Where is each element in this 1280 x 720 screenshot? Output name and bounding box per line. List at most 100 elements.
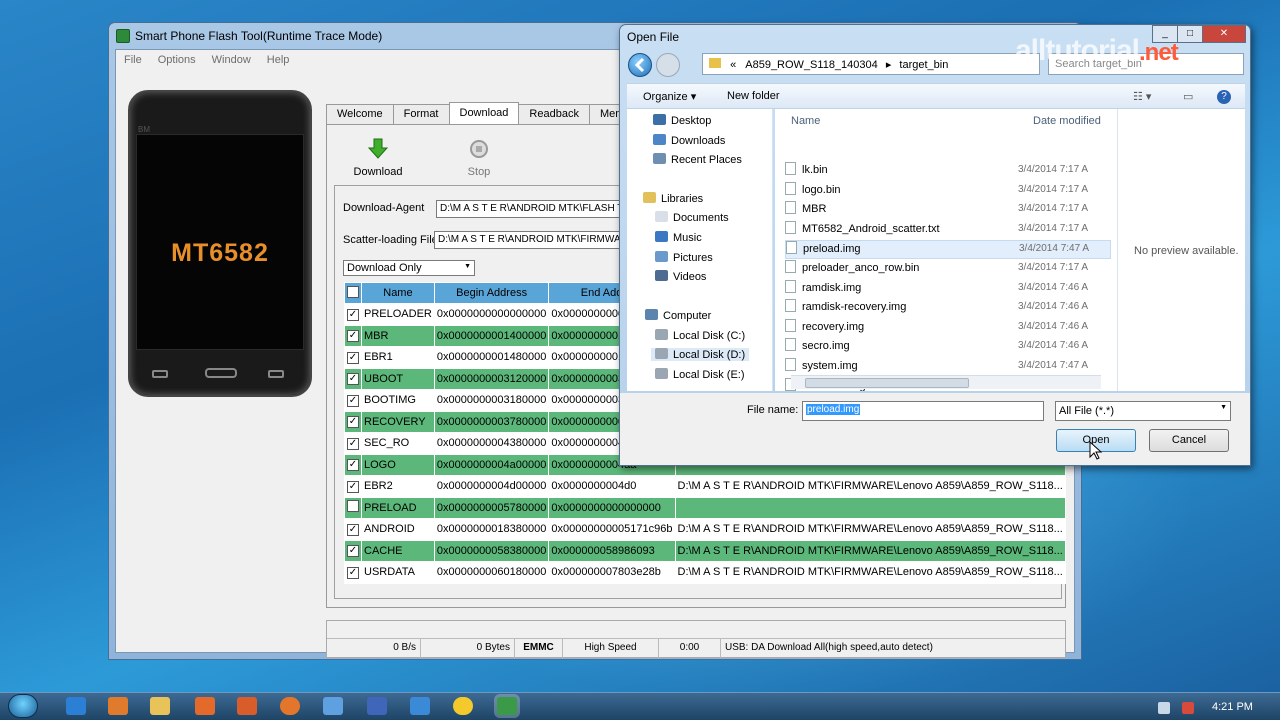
download-agent-field[interactable]: D:\M A S T E R\ANDROID MTK\FLASH TOOL bbox=[436, 200, 632, 218]
row-checkbox[interactable]: ✓ bbox=[344, 518, 362, 541]
tab-format[interactable]: Format bbox=[392, 104, 450, 124]
nav-pictures[interactable]: Pictures bbox=[655, 251, 713, 264]
file-item[interactable]: preload.img 3/4/2014 7:47 A bbox=[785, 240, 1111, 260]
tab-welcome[interactable]: Welcome bbox=[326, 104, 394, 124]
address-bar[interactable]: « A859_ROW_S118_140304 ▸ target_bin bbox=[702, 53, 1040, 75]
nav-recent-places[interactable]: Recent Places bbox=[653, 153, 742, 166]
taskbar-clock[interactable]: 4:21 PM bbox=[1212, 701, 1253, 713]
preview-pane-icon[interactable]: ▭ bbox=[1183, 90, 1193, 103]
filename-label: File name: bbox=[747, 404, 799, 416]
back-button[interactable] bbox=[628, 53, 652, 77]
horizontal-scrollbar[interactable] bbox=[791, 375, 1101, 389]
nav-downloads[interactable]: Downloads bbox=[653, 134, 725, 147]
view-options-icon[interactable]: ☷ ▾ bbox=[1133, 90, 1151, 103]
menu-options[interactable]: Options bbox=[158, 54, 196, 66]
download-button[interactable]: Download bbox=[353, 137, 403, 178]
file-date: 3/4/2014 7:17 A bbox=[1018, 222, 1089, 234]
app-m2-icon[interactable] bbox=[410, 697, 430, 715]
nav-desktop[interactable]: Desktop bbox=[653, 114, 711, 127]
file-date: 3/4/2014 7:47 A bbox=[1019, 243, 1090, 255]
menu-help[interactable]: Help bbox=[267, 54, 290, 66]
nav-documents[interactable]: Documents bbox=[655, 211, 729, 224]
row-checkbox[interactable]: ✓ bbox=[344, 475, 362, 498]
row-checkbox[interactable]: ✓ bbox=[344, 389, 362, 412]
tab-download[interactable]: Download bbox=[448, 102, 520, 124]
breadcrumb-overflow[interactable]: « bbox=[730, 59, 736, 71]
file-item[interactable]: secro.img 3/4/2014 7:46 A bbox=[785, 338, 1111, 357]
maximize-button[interactable]: □ bbox=[1177, 25, 1203, 43]
nav-videos[interactable]: Videos bbox=[655, 270, 706, 283]
file-item[interactable]: lk.bin 3/4/2014 7:17 A bbox=[785, 162, 1111, 181]
tab-readback[interactable]: Readback bbox=[518, 104, 590, 124]
tray-arrow-icon[interactable] bbox=[1158, 702, 1170, 714]
file-icon bbox=[785, 181, 796, 195]
column-date-modified[interactable]: Date modified bbox=[1033, 115, 1101, 127]
menu-file[interactable]: File bbox=[124, 54, 142, 66]
nav-disk-d[interactable]: Local Disk (D:) bbox=[651, 348, 750, 361]
partition-name: UBOOT bbox=[361, 367, 435, 390]
close-button[interactable]: ✕ bbox=[1202, 25, 1246, 43]
app-orange-icon[interactable] bbox=[195, 697, 215, 715]
partition-row[interactable]: ✓ CACHE 0x0000000058380000 0x00000005898609… bbox=[344, 539, 1066, 562]
help-icon[interactable]: ? bbox=[1217, 90, 1231, 104]
partition-row[interactable]: ✓ ANDROID 0x0000000018380000 0x000000000051… bbox=[344, 518, 1066, 541]
stop-button[interactable]: Stop bbox=[454, 137, 504, 178]
explorer-icon[interactable] bbox=[150, 697, 170, 715]
file-item[interactable]: ramdisk.img 3/4/2014 7:46 A bbox=[785, 279, 1111, 299]
app-blue-icon[interactable] bbox=[323, 697, 343, 715]
app-m-icon[interactable] bbox=[367, 697, 387, 715]
download-mode-select[interactable]: Download Only bbox=[343, 260, 475, 276]
filename-input[interactable]: preload.img bbox=[802, 401, 1044, 421]
row-checkbox[interactable]: ✓ bbox=[344, 303, 362, 326]
new-folder-button[interactable]: New folder bbox=[727, 90, 780, 102]
partition-row[interactable]: ✓ USRDATA 0x0000000060180000 0x000000007803… bbox=[344, 561, 1066, 584]
file-item[interactable]: recovery.img 3/4/2014 7:46 A bbox=[785, 318, 1111, 338]
breadcrumb-firmware[interactable]: A859_ROW_S118_140304 bbox=[745, 59, 878, 71]
row-checkbox[interactable]: ✓ bbox=[344, 561, 362, 584]
forward-button[interactable] bbox=[656, 53, 680, 77]
row-checkbox[interactable]: ✓ bbox=[344, 346, 362, 369]
menu-window[interactable]: Window bbox=[212, 54, 251, 66]
downloads-icon bbox=[653, 134, 666, 145]
row-checkbox[interactable]: ✓ bbox=[344, 432, 362, 455]
row-checkbox[interactable] bbox=[344, 496, 362, 519]
app-orange2-icon[interactable] bbox=[237, 697, 257, 715]
start-button[interactable] bbox=[8, 694, 38, 718]
partition-row[interactable]: ✓ EBR2 0x0000000004d00000 0x0000000004d0 D:\… bbox=[344, 475, 1066, 498]
nav-computer[interactable]: Computer bbox=[645, 309, 711, 322]
recent-places-icon bbox=[653, 153, 666, 164]
file-item[interactable]: preloader_anco_row.bin 3/4/2014 7:17 A bbox=[785, 260, 1111, 279]
row-checkbox[interactable]: ✓ bbox=[344, 453, 362, 476]
row-checkbox[interactable]: ✓ bbox=[344, 539, 362, 562]
firefox-icon[interactable] bbox=[280, 697, 300, 715]
image-location bbox=[674, 496, 1066, 519]
cancel-button[interactable]: Cancel bbox=[1149, 429, 1229, 452]
nav-music[interactable]: Music bbox=[655, 231, 702, 244]
file-item[interactable]: logo.bin 3/4/2014 7:17 A bbox=[785, 181, 1111, 201]
flash-tool-taskbar-icon[interactable] bbox=[497, 697, 517, 715]
file-item[interactable]: MT6582_Android_scatter.txt 3/4/2014 7:17 … bbox=[785, 220, 1111, 240]
partition-name: BOOTIMG bbox=[361, 389, 435, 412]
breadcrumb-target-bin[interactable]: target_bin bbox=[899, 59, 948, 71]
scatter-file-field[interactable]: D:\M A S T E R\ANDROID MTK\FIRMWARE\ bbox=[434, 231, 632, 249]
file-type-filter[interactable]: All File (*.*) bbox=[1055, 401, 1231, 421]
row-checkbox[interactable]: ✓ bbox=[344, 367, 362, 390]
nav-disk-c[interactable]: Local Disk (C:) bbox=[655, 329, 745, 342]
column-name[interactable]: Name bbox=[791, 115, 820, 127]
nav-disk-e[interactable]: Local Disk (E:) bbox=[655, 368, 745, 381]
image-location: D:\M A S T E R\ANDROID MTK\FIRMWARE\Leno… bbox=[674, 561, 1066, 584]
messenger-icon[interactable] bbox=[453, 697, 473, 715]
nav-libraries[interactable]: Libraries bbox=[643, 192, 703, 205]
media-player-icon[interactable] bbox=[108, 697, 128, 715]
select-all-checkbox[interactable] bbox=[347, 285, 359, 298]
organize-button[interactable]: Organize ▾ bbox=[643, 90, 696, 103]
file-item[interactable]: MBR 3/4/2014 7:17 A bbox=[785, 201, 1111, 220]
scroll-thumb[interactable] bbox=[805, 378, 969, 388]
file-item[interactable]: ramdisk-recovery.img 3/4/2014 7:46 A bbox=[785, 299, 1111, 318]
partition-name: PRELOADER bbox=[361, 303, 435, 326]
ie-icon[interactable] bbox=[66, 697, 86, 715]
tray-network-icon[interactable] bbox=[1182, 702, 1194, 714]
partition-row[interactable]: PRELOAD 0x0000000005780000 0x0000000000000… bbox=[344, 496, 1066, 519]
row-checkbox[interactable]: ✓ bbox=[344, 410, 362, 433]
row-checkbox[interactable]: ✓ bbox=[344, 324, 362, 347]
